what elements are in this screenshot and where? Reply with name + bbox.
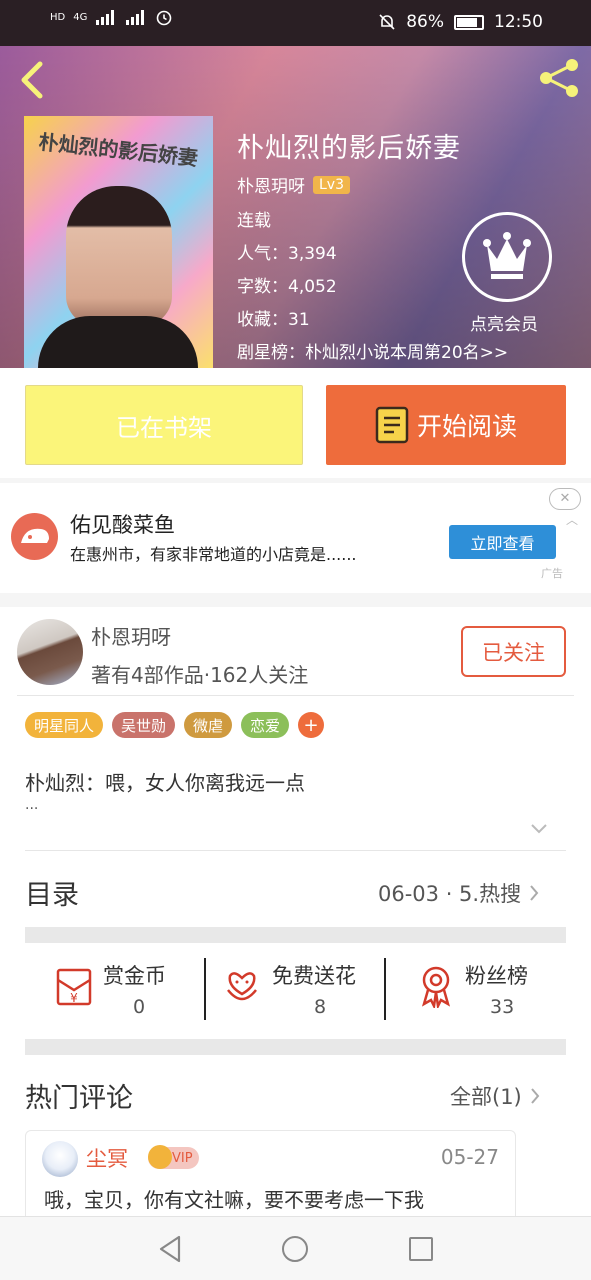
mute-bell-icon [379, 14, 395, 30]
divider [25, 850, 566, 851]
ad-banner[interactable]: 佑见酸菜鱼 在惠州市，有家非常地道的小店竟是...... 立即查看 ✕ ︿ 广告 [0, 483, 591, 593]
comment-text: 哦，宝贝，你有文社嘛，要不要考虑一下我 [44, 1188, 424, 1212]
vip-label[interactable]: 点亮会员 [470, 310, 538, 335]
hot-comments-title: 热门评论 [25, 1083, 133, 1114]
battery-icon [454, 14, 484, 30]
book-intro: 朴灿烈：喂，女人你离我远一点 [25, 771, 305, 795]
medal-icon [421, 966, 451, 1008]
serial-status: 连载 [237, 211, 271, 231]
author-card-name[interactable]: 朴恩玥呀 [91, 621, 171, 650]
ad-description: 在惠州市，有家非常地道的小店竟是...... [70, 545, 357, 564]
reward-coins-stat[interactable]: ¥ 赏金币 0 [25, 950, 203, 1028]
start-reading-label: 开始阅读 [416, 412, 517, 441]
share-icon[interactable] [537, 56, 581, 100]
ad-view-button[interactable]: 立即查看 [449, 525, 556, 559]
stat-value: 33 [490, 996, 515, 1018]
stat-title: 赏金币 [103, 964, 166, 988]
latest-chapter-text: 06-03 · 5.热搜 [378, 882, 522, 906]
comment-date: 05-27 [440, 1145, 499, 1169]
book-cover[interactable]: 朴灿烈的影后娇妻 [24, 116, 213, 368]
nav-home-icon[interactable] [282, 1236, 308, 1262]
vip-badge-label: VIP [172, 1150, 193, 1166]
nav-back-icon[interactable] [157, 1234, 183, 1264]
status-right: 86% 12:50 [378, 12, 543, 32]
author-line[interactable]: 朴恩玥呀 Lv3 [237, 172, 350, 197]
vip-crown-icon [148, 1145, 172, 1169]
signal-icon [96, 10, 115, 25]
chevron-right-icon [530, 1088, 540, 1104]
cover-portrait-body [38, 316, 198, 368]
word-count: 字数：4,052 [237, 277, 337, 297]
commenter-name[interactable]: 尘冥 [86, 1143, 128, 1173]
fan-ranking-stat[interactable]: 粉丝榜 33 [386, 950, 566, 1028]
all-comments-label: 全部(1) [450, 1085, 522, 1109]
stat-value: 8 [314, 996, 327, 1018]
network-label: 4G [73, 11, 88, 23]
level-badge: Lv3 [313, 175, 350, 194]
alarm-clock-icon [157, 10, 172, 26]
on-shelf-button[interactable]: 已在书架 [25, 385, 303, 465]
flower-icon [227, 972, 257, 1001]
chevron-up-icon[interactable]: ︿ [566, 511, 578, 528]
battery-percent: 86% [406, 12, 444, 32]
author-name: 朴恩玥呀 [237, 177, 305, 197]
back-arrow-icon[interactable] [14, 60, 50, 100]
tag[interactable]: 微虐 [184, 712, 233, 738]
stats-row: ¥ 赏金币 0 免费送花 8 粉丝榜 33 [25, 950, 566, 1028]
system-nav-bar [0, 1216, 591, 1280]
nav-recents-icon[interactable] [409, 1237, 433, 1261]
book-title: 朴灿烈的影后娇妻 [237, 133, 461, 164]
stat-value: 0 [133, 996, 146, 1018]
vip-badge: VIP [148, 1145, 199, 1169]
tag[interactable]: 吴世勋 [112, 712, 176, 738]
status-bar: HD 4G 86% 12:50 [0, 0, 591, 46]
tag[interactable]: 恋爱 [241, 712, 290, 738]
followed-button[interactable]: 已关注 [461, 626, 566, 677]
hd-icon: HD [50, 11, 66, 23]
section-separator [25, 927, 566, 943]
cover-title: 朴灿烈的影后娇妻 [37, 129, 200, 171]
ranking-link[interactable]: 剧星榜：朴灿烈小说本周第20名>> [237, 338, 508, 363]
book-detail-content: 朴恩玥呀 著有4部作品·162人关注 已关注 明星同人 吴世勋 微虐 恋爱 + … [0, 607, 591, 1230]
action-bar: 已在书架 开始阅读 [0, 368, 591, 478]
popularity: 人气：3,394 [237, 244, 337, 264]
signal-icon-2 [126, 10, 145, 25]
section-separator [25, 1039, 566, 1055]
stat-title: 粉丝榜 [465, 964, 528, 988]
crown-icon[interactable] [462, 212, 552, 302]
clock-time: 12:50 [494, 12, 543, 32]
intro-ellipsis: ... [25, 797, 39, 813]
divider [17, 695, 574, 696]
toc-latest-chapter[interactable]: 06-03 · 5.热搜 [378, 878, 539, 908]
tag[interactable]: 明星同人 [25, 712, 104, 738]
favorites-count: 收藏：31 [237, 310, 310, 330]
chevron-right-icon [530, 885, 539, 901]
book-icon [375, 406, 409, 444]
signal-indicators: HD 4G [50, 8, 173, 26]
cover-portrait [66, 186, 172, 326]
author-avatar[interactable] [17, 619, 83, 685]
stat-title: 免费送花 [272, 964, 356, 988]
red-envelope-icon: ¥ [56, 968, 92, 1006]
ad-logo [11, 513, 58, 560]
book-header: 朴灿烈的影后娇妻 朴灿烈的影后娇妻 朴恩玥呀 Lv3 连载 人气：3,394 字… [0, 46, 591, 368]
ad-tag: 广告 [541, 567, 563, 580]
free-flower-stat[interactable]: 免费送花 8 [206, 950, 384, 1028]
add-tag-button[interactable]: + [298, 712, 325, 738]
comment-card[interactable]: 尘冥 VIP 05-27 哦，宝贝，你有文社嘛，要不要考虑一下我 [25, 1130, 516, 1230]
start-reading-button[interactable]: 开始阅读 [326, 385, 566, 465]
chevron-down-icon[interactable] [530, 823, 548, 835]
author-card-subtitle: 著有4部作品·162人关注 [91, 663, 309, 687]
toc-title[interactable]: 目录 [25, 873, 79, 912]
ad-close-icon[interactable]: ✕ [549, 488, 581, 510]
commenter-avatar[interactable] [42, 1141, 78, 1177]
all-comments-link[interactable]: 全部(1) [450, 1081, 540, 1111]
tag-list: 明星同人 吴世勋 微虐 恋爱 + [25, 712, 325, 738]
svg-text:¥: ¥ [70, 991, 78, 1005]
ad-title: 佑见酸菜鱼 [70, 513, 175, 537]
